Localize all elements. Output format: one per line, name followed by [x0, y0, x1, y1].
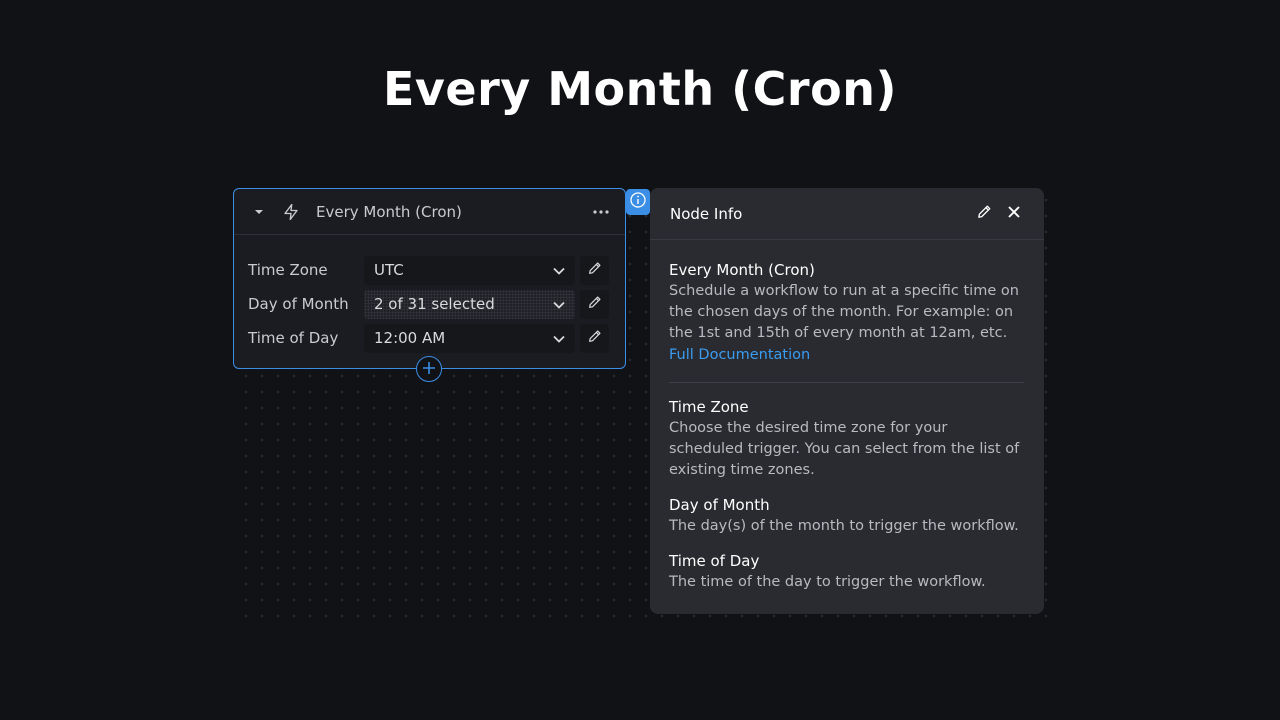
add-node-button[interactable]	[416, 356, 442, 382]
section-text-day-of-month: The day(s) of the month to trigger the w…	[669, 518, 1019, 534]
node-header: Every Month (Cron)	[234, 189, 625, 235]
info-icon	[629, 191, 647, 213]
field-label: Time Zone	[248, 261, 328, 279]
workflow-node[interactable]: Every Month (Cron) Time Zone UTC Day of …	[233, 188, 626, 369]
edit-day-of-month-button[interactable]	[580, 289, 609, 319]
close-panel-button[interactable]	[1004, 204, 1024, 224]
pencil-icon	[587, 260, 603, 280]
page-title: Every Month (Cron)	[382, 62, 897, 116]
time-zone-select[interactable]: UTC	[364, 255, 575, 285]
chevron-down-icon[interactable]	[252, 205, 266, 219]
select-value: 2 of 31 selected	[374, 295, 495, 313]
node-info-toggle[interactable]	[626, 189, 650, 215]
pencil-icon	[587, 294, 603, 314]
chevron-down-icon	[553, 329, 565, 347]
field-row-day-of-month: Day of Month 2 of 31 selected	[234, 289, 624, 319]
select-value: UTC	[374, 261, 404, 279]
time-of-day-select[interactable]: 12:00 AM	[364, 323, 575, 353]
field-label: Time of Day	[248, 329, 339, 347]
intro-description: Schedule a workflow to run at a specific…	[669, 283, 1019, 341]
panel-header: Node Info	[650, 188, 1044, 240]
node-title: Every Month (Cron)	[316, 202, 462, 221]
node-info-panel: Node Info Every Month (Cron) Schedule a …	[650, 188, 1044, 614]
panel-body: Every Month (Cron) Schedule a workflow t…	[650, 240, 1044, 593]
pencil-icon	[587, 328, 603, 348]
section-title-time-of-day: Time of Day	[669, 552, 760, 570]
full-documentation-link[interactable]: Full Documentation	[669, 345, 810, 366]
panel-title: Node Info	[670, 204, 743, 223]
close-icon	[1007, 204, 1021, 223]
divider	[669, 382, 1024, 383]
edit-time-of-day-button[interactable]	[580, 323, 609, 353]
intro-title: Every Month (Cron)	[669, 261, 815, 279]
day-of-month-select[interactable]: 2 of 31 selected	[364, 289, 575, 319]
field-label: Day of Month	[248, 295, 349, 313]
field-row-time-zone: Time Zone UTC	[234, 255, 624, 285]
section-title-day-of-month: Day of Month	[669, 496, 770, 514]
chevron-down-icon	[553, 261, 565, 279]
more-horizontal-icon[interactable]	[589, 204, 613, 220]
pencil-icon	[976, 203, 993, 224]
section-text-time-zone: Choose the desired time zone for your sc…	[669, 420, 1020, 478]
section-text-time-of-day: The time of the day to trigger the workf…	[669, 574, 986, 590]
edit-info-button[interactable]	[974, 204, 994, 224]
lightning-bolt-icon	[282, 203, 300, 221]
section-title-time-zone: Time Zone	[669, 398, 749, 416]
field-row-time-of-day: Time of Day 12:00 AM	[234, 323, 624, 353]
select-value: 12:00 AM	[374, 329, 446, 347]
chevron-down-icon	[553, 295, 565, 313]
plus-circle-icon	[422, 360, 436, 379]
edit-time-zone-button[interactable]	[580, 255, 609, 285]
